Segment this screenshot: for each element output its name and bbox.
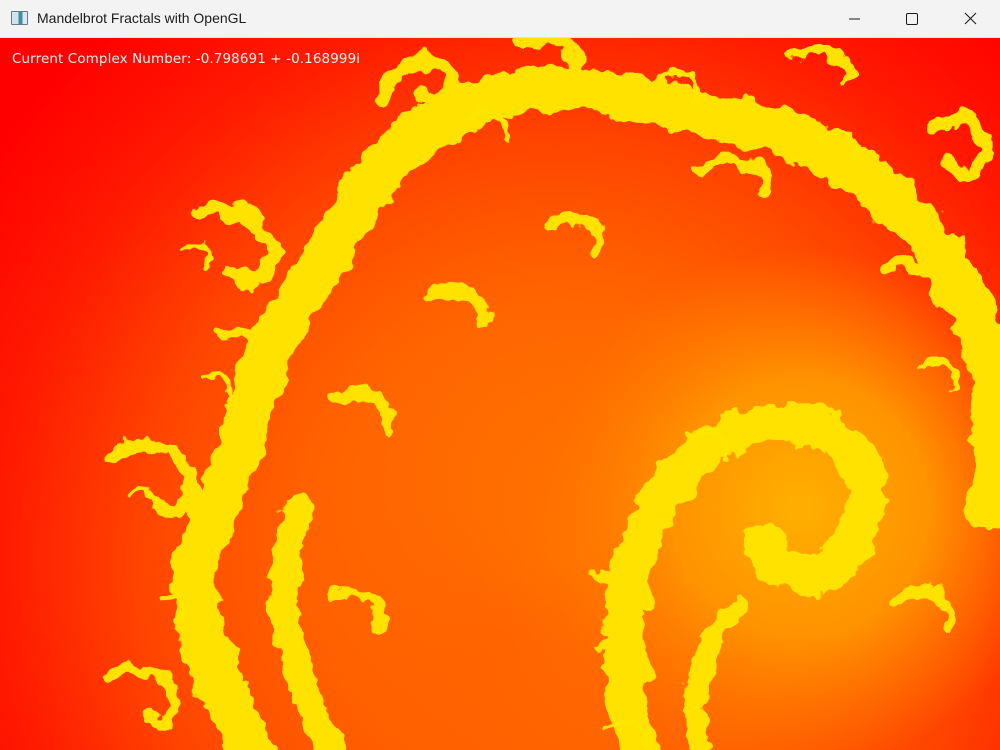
- title-bar[interactable]: Mandelbrot Fractals with OpenGL: [0, 0, 1000, 38]
- minimize-button[interactable]: [825, 0, 883, 38]
- fractal-render: [0, 38, 1000, 750]
- complex-number-readout: Current Complex Number: -0.798691 + -0.1…: [12, 51, 361, 67]
- close-icon: [964, 12, 977, 25]
- window-title: Mandelbrot Fractals with OpenGL: [37, 10, 247, 26]
- app-window: Mandelbrot Fractals with OpenGL Current …: [0, 0, 1000, 750]
- minimize-icon: [849, 18, 860, 20]
- app-window-icon[interactable]: [11, 11, 28, 25]
- maximize-icon: [906, 13, 918, 25]
- fractal-canvas[interactable]: [0, 38, 1000, 750]
- maximize-button[interactable]: [883, 0, 941, 38]
- close-button[interactable]: [942, 0, 1000, 38]
